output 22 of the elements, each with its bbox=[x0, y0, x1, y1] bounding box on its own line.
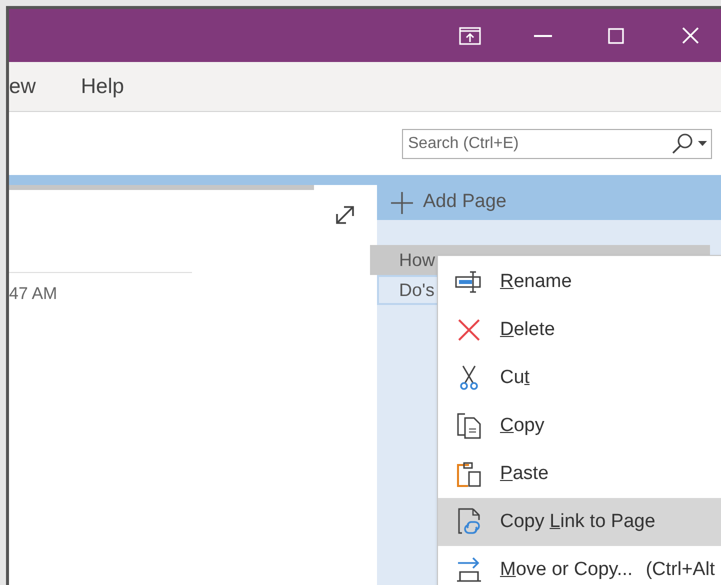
maximize-icon[interactable] bbox=[608, 28, 624, 44]
page-link-icon bbox=[457, 508, 481, 536]
delete-icon bbox=[458, 319, 480, 341]
present-icon[interactable] bbox=[459, 26, 481, 44]
rename-icon bbox=[455, 270, 483, 294]
dropdown-icon[interactable] bbox=[698, 141, 707, 146]
move-icon bbox=[456, 557, 482, 583]
ribbon-tab[interactable]: ew bbox=[9, 70, 36, 102]
search-field[interactable]: Search (Ctrl+E) bbox=[408, 132, 670, 156]
minimize-icon[interactable] bbox=[534, 34, 552, 36]
plus-icon bbox=[391, 192, 413, 214]
shortcut-text: (Ctrl+Alt bbox=[646, 558, 715, 582]
search-bar[interactable]: Search (Ctrl+E) bbox=[402, 128, 712, 158]
close-icon[interactable] bbox=[682, 27, 699, 44]
scissors-icon bbox=[460, 365, 478, 391]
page-date-time: 47 AM bbox=[9, 283, 58, 305]
clipboard-icon bbox=[457, 461, 481, 487]
ribbon-tab[interactable]: Help bbox=[80, 70, 124, 102]
add-page-button[interactable]: Add Page bbox=[377, 185, 721, 220]
copy-icon bbox=[457, 413, 481, 439]
expand-icon[interactable] bbox=[335, 205, 355, 225]
menu-item[interactable]: Copy Link to Page bbox=[438, 498, 721, 546]
